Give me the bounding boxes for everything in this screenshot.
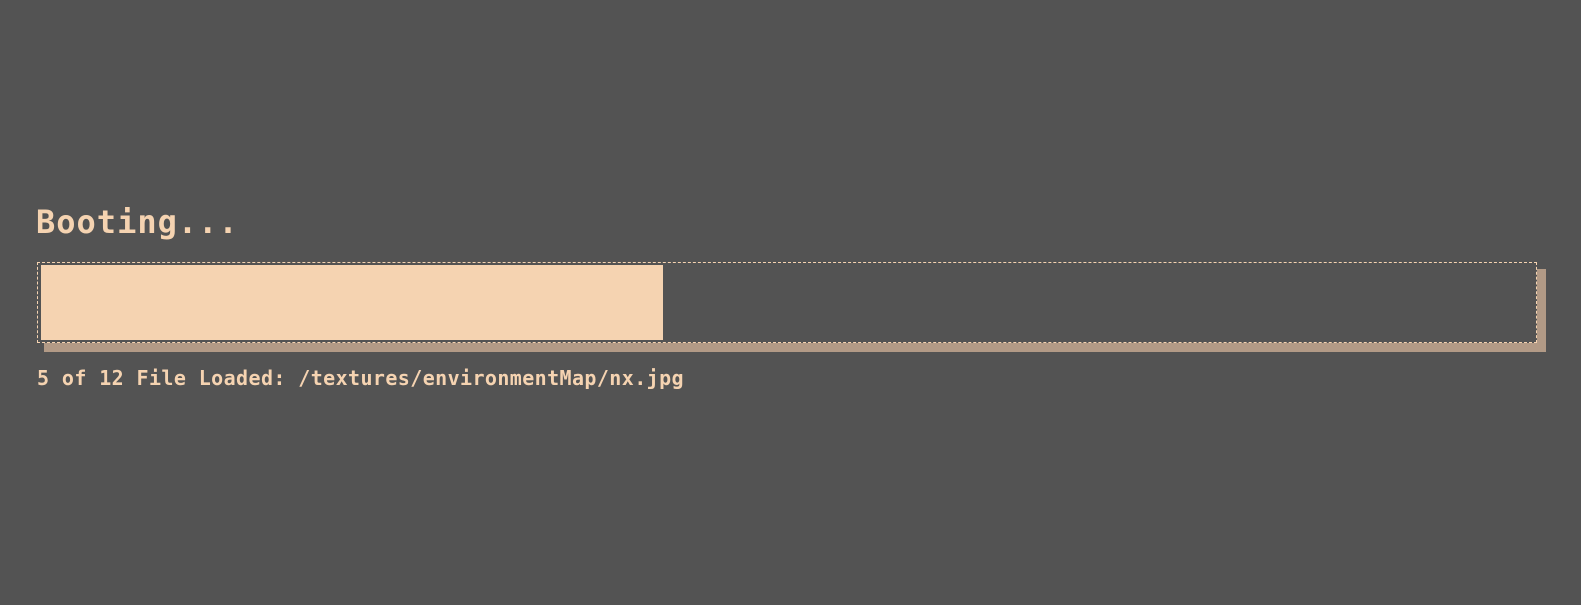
progress-bar-fill (41, 265, 663, 340)
loading-title: Booting... (36, 203, 239, 241)
loading-status: 5 of 12 File Loaded: /textures/environme… (37, 368, 684, 388)
loaded-file-path: /textures/environmentMap/nx.jpg (298, 366, 684, 390)
progress-bar (37, 262, 1537, 343)
boot-screen: Booting... 5 of 12 File Loaded: /texture… (0, 0, 1581, 605)
loaded-count-text: 5 of 12 File Loaded: (37, 366, 286, 390)
